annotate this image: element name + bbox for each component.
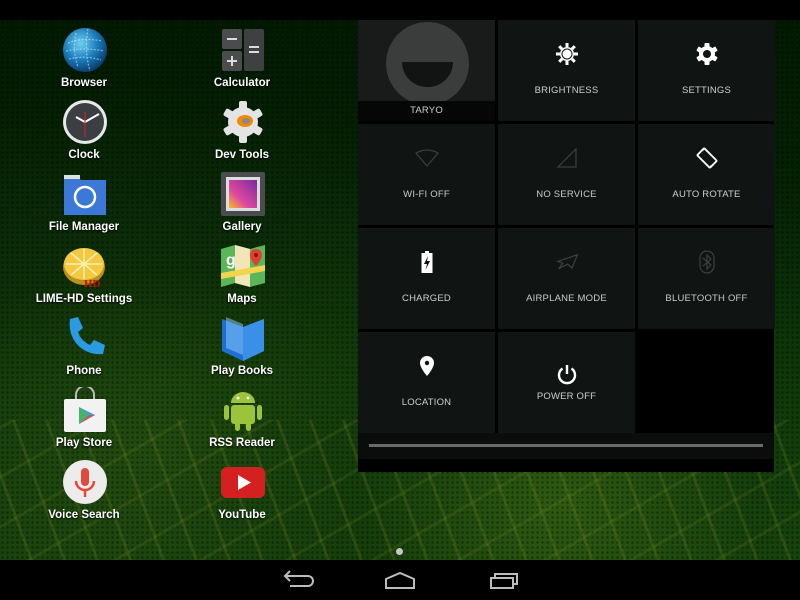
app-label: Voice Search [48, 509, 120, 521]
app-maps[interactable]: g Maps [172, 241, 312, 313]
brightness-slider[interactable] [358, 433, 774, 459]
app-dev-tools[interactable]: Dev Tools [172, 97, 312, 169]
battery-tile[interactable]: CHARGED [358, 228, 495, 329]
navigation-bar [0, 560, 800, 600]
app-label: Play Books [211, 365, 273, 377]
shopping-bag-icon [64, 387, 106, 432]
auto-rotate-tile[interactable]: AUTO ROTATE [638, 124, 775, 225]
app-clock[interactable]: Clock [14, 97, 154, 169]
tile-label: BRIGHTNESS [534, 85, 599, 96]
app-lime-hd-settings[interactable]: HD LIME-HD Settings [14, 241, 154, 313]
tile-label: LOCATION [401, 397, 452, 408]
app-label: Dev Tools [214, 149, 270, 161]
power-icon [557, 365, 576, 385]
location-icon [419, 356, 434, 376]
battery-icon [421, 251, 432, 273]
tile-label: AIRPLANE MODE [526, 293, 607, 304]
page-indicator [396, 548, 403, 555]
status-bar[interactable] [0, 0, 800, 20]
tile-label: WI-FI OFF [403, 189, 450, 200]
app-label: Clock [68, 149, 100, 161]
brightness-icon [555, 43, 578, 65]
app-play-books[interactable]: Play Books [172, 313, 312, 385]
clock-icon [63, 100, 107, 144]
microphone-icon [63, 460, 107, 504]
brightness-tile[interactable]: BRIGHTNESS [498, 20, 635, 121]
home-icon[interactable] [378, 568, 422, 594]
app-label: YouTube [218, 509, 266, 521]
wifi-icon [414, 149, 439, 167]
app-label: Calculator [213, 77, 271, 89]
location-tile[interactable]: LOCATION [358, 332, 495, 433]
app-voice-search[interactable]: Voice Search [14, 457, 154, 529]
quick-settings-panel: TARYO BRIGHTNESS SETTINGS WI-FI OFF NO S… [358, 20, 775, 472]
play-icon [221, 467, 265, 498]
gear-icon [223, 101, 263, 143]
tile-label: SETTINGS [681, 85, 732, 96]
map-icon: g [221, 245, 265, 287]
recents-icon[interactable] [482, 568, 526, 594]
mobile-signal-tile[interactable]: NO SERVICE [498, 124, 635, 225]
app-play-store[interactable]: Play Store [14, 385, 154, 457]
power-off-tile[interactable]: POWER OFF [498, 332, 635, 433]
app-label: Maps [227, 293, 257, 305]
wifi-tile[interactable]: WI-FI OFF [358, 124, 495, 225]
signal-icon [556, 147, 577, 168]
app-label: Play Store [55, 437, 113, 449]
app-gallery[interactable]: Gallery [172, 169, 312, 241]
app-label: RSS Reader [209, 437, 275, 449]
back-icon[interactable] [274, 568, 318, 594]
user-tile[interactable]: TARYO [358, 20, 495, 121]
airplane-icon [555, 253, 579, 270]
brightness-slider-track[interactable] [369, 444, 763, 447]
bluetooth-icon [698, 250, 715, 274]
app-label: LIME-HD Settings [35, 293, 133, 305]
settings-icon [696, 43, 717, 65]
airplane-mode-tile[interactable]: AIRPLANE MODE [498, 228, 635, 329]
app-browser[interactable]: Browser [14, 25, 154, 97]
settings-tile[interactable]: SETTINGS [638, 20, 775, 121]
tile-label: BLUETOOTH OFF [665, 293, 748, 304]
app-label: Gallery [222, 221, 262, 233]
app-label: File Manager [48, 221, 120, 233]
tile-label: POWER OFF [536, 391, 597, 402]
picture-icon [221, 172, 265, 216]
app-label: Browser [60, 77, 108, 89]
lime-icon: HD [63, 248, 105, 289]
svg-text:g: g [226, 252, 236, 269]
calculator-icon [222, 29, 264, 71]
globe-icon [63, 28, 107, 72]
phone-icon [69, 317, 105, 355]
app-rss-reader[interactable]: RSS Reader [172, 385, 312, 457]
folder-icon [64, 175, 106, 215]
bluetooth-tile[interactable]: BLUETOOTH OFF [638, 228, 775, 329]
rotate-icon [696, 147, 717, 169]
user-name: TARYO [358, 101, 495, 121]
app-youtube[interactable]: YouTube [172, 457, 312, 529]
tile-label: NO SERVICE [536, 189, 597, 200]
app-label: Phone [66, 365, 102, 377]
android-icon [224, 392, 262, 431]
svg-text:HD: HD [84, 278, 101, 289]
book-icon [222, 317, 264, 361]
app-phone[interactable]: Phone [14, 313, 154, 385]
app-calculator[interactable]: Calculator [172, 25, 312, 97]
tile-label: CHARGED [402, 293, 451, 304]
tile-label: AUTO ROTATE [672, 189, 741, 200]
app-file-manager[interactable]: File Manager [14, 169, 154, 241]
